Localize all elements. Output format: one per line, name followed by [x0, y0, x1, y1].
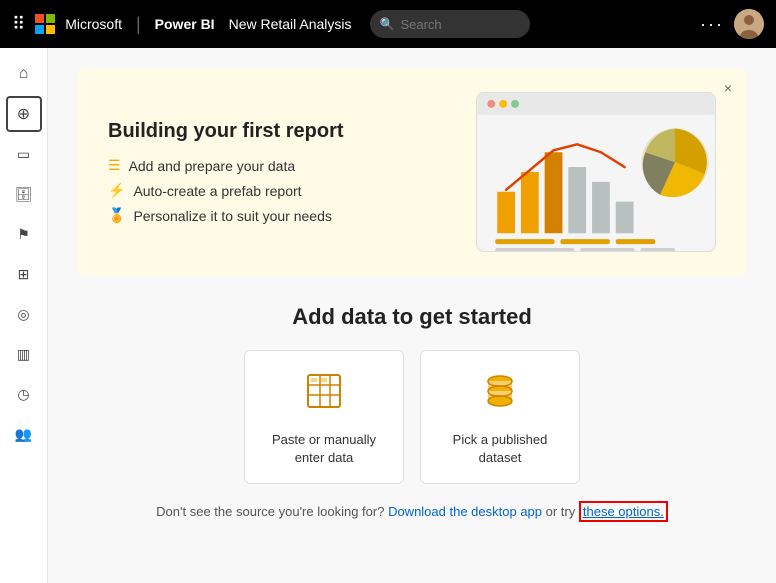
avatar[interactable]	[734, 9, 764, 39]
create-icon: ⊕	[17, 104, 30, 124]
sidebar-item-browse[interactable]: ▭	[6, 136, 42, 172]
banner-title: Building your first report	[108, 120, 344, 143]
banner-step-2: ⚡ Auto-create a prefab report	[108, 182, 344, 199]
chart-illustration	[476, 92, 716, 252]
paste-data-label: Paste or manually enter data	[261, 431, 387, 467]
download-desktop-app-link[interactable]: Download the desktop app	[388, 504, 542, 519]
banner-step-3: 🏅 Personalize it to suit your needs	[108, 207, 344, 224]
sidebar-item-apps[interactable]: ⊞	[6, 256, 42, 292]
app-header: ⠿ Microsoft | Power BI New Retail Analys…	[0, 0, 776, 48]
dataset-label: Pick a published dataset	[437, 431, 563, 467]
microsoft-label: Microsoft	[65, 16, 122, 32]
sidebar-item-create[interactable]: ⊕	[6, 96, 42, 132]
step-1-text: Add and prepare your data	[129, 158, 296, 174]
add-data-title: Add data to get started	[78, 304, 746, 330]
add-data-section: Add data to get started	[78, 304, 746, 519]
banner-steps: ☰ Add and prepare your data ⚡ Auto-creat…	[108, 157, 344, 224]
footer-text: Don't see the source you're looking for?…	[78, 504, 746, 519]
powerbi-label: Power BI	[155, 16, 215, 32]
app-layout: ⌂ ⊕ ▭ 🗄 ⚑ ⊞ ◎ ▥ ◷ 👥	[0, 48, 776, 583]
sidebar-item-recent[interactable]: ◷	[6, 376, 42, 412]
footer-question: Don't see the source you're looking for?	[156, 504, 384, 519]
sidebar-item-workspaces[interactable]: ▥	[6, 336, 42, 372]
learn-icon: ◎	[17, 306, 29, 323]
footer-connector: or try	[546, 504, 579, 519]
banner-close-button[interactable]: ×	[724, 80, 732, 96]
sidebar-item-data[interactable]: 🗄	[6, 176, 42, 212]
report-name: New Retail Analysis	[229, 16, 352, 32]
people-icon: 👥	[15, 426, 32, 443]
main-content: Building your first report ☰ Add and pre…	[48, 48, 776, 583]
more-options-icon[interactable]: ···	[700, 14, 724, 35]
these-options-link[interactable]: these options.	[579, 501, 668, 522]
workspaces-icon: ▥	[17, 346, 30, 363]
getting-started-banner: Building your first report ☰ Add and pre…	[78, 68, 746, 276]
sidebar: ⌂ ⊕ ▭ 🗄 ⚑ ⊞ ◎ ▥ ◷ 👥	[0, 48, 48, 583]
paste-data-card[interactable]: Paste or manually enter data	[244, 350, 404, 484]
step-3-text: Personalize it to suit your needs	[133, 208, 331, 224]
sidebar-item-people[interactable]: 👥	[6, 416, 42, 452]
published-dataset-card[interactable]: Pick a published dataset	[420, 350, 580, 484]
sidebar-item-home[interactable]: ⌂	[6, 56, 42, 92]
data-icon: 🗄	[15, 186, 33, 203]
recent-icon: ◷	[17, 386, 29, 403]
search-icon: 🔍	[380, 17, 395, 31]
lightning-icon: ⚡	[108, 182, 125, 199]
grid-icon: ☰	[108, 157, 121, 174]
apps-icon: ⊞	[18, 266, 30, 283]
browse-icon: ▭	[17, 146, 30, 163]
data-cards-container: Paste or manually enter data	[78, 350, 746, 484]
search-input[interactable]	[400, 17, 520, 32]
sidebar-item-goals[interactable]: ⚑	[6, 216, 42, 252]
database-icon	[480, 371, 520, 419]
step-2-text: Auto-create a prefab report	[133, 183, 301, 199]
home-icon: ⌂	[19, 65, 29, 83]
search-bar[interactable]: 🔍	[370, 10, 530, 38]
microsoft-logo	[35, 14, 55, 34]
banner-text: Building your first report ☰ Add and pre…	[108, 120, 344, 224]
header-divider: |	[136, 14, 141, 35]
sidebar-item-learn[interactable]: ◎	[6, 296, 42, 332]
medal-icon: 🏅	[108, 207, 125, 224]
paste-table-icon	[304, 371, 344, 419]
waffle-menu-icon[interactable]: ⠿	[12, 14, 25, 35]
goals-icon: ⚑	[17, 226, 30, 243]
banner-step-1: ☰ Add and prepare your data	[108, 157, 344, 174]
